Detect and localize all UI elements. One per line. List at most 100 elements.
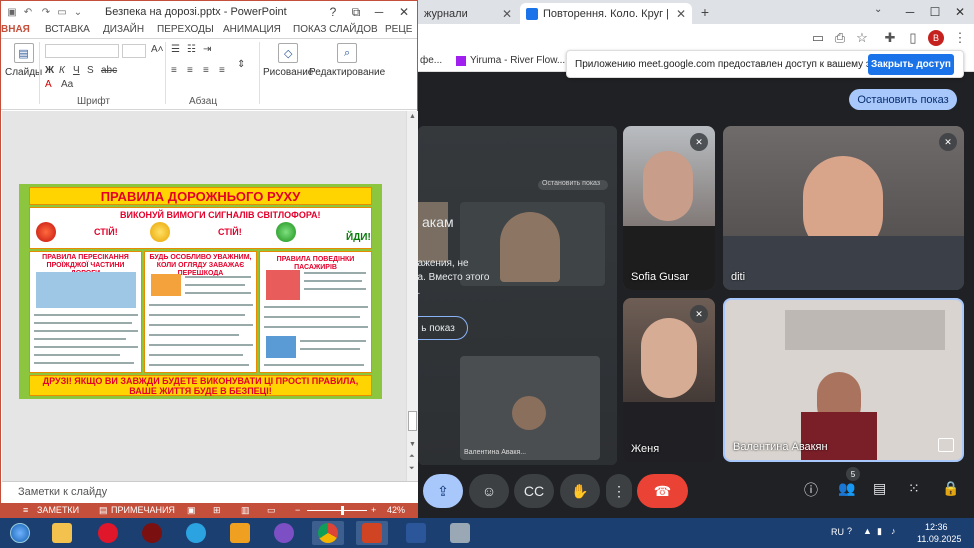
comments-toggle[interactable]: ПРИМЕЧАНИЯ [111,505,175,515]
bookmark-item[interactable]: Yiruma - River Flow... [456,55,565,66]
close-icon[interactable]: ✕ [676,7,686,21]
powerpoint-button[interactable] [356,521,388,545]
bookmark-item[interactable]: фе... [420,55,442,66]
reactions-button[interactable]: ☺ [469,474,509,508]
app-button[interactable] [136,521,168,545]
align-right-button[interactable]: ≡ [203,65,209,76]
volume-icon[interactable]: ♪ [891,526,896,536]
bold-button[interactable]: Ж [45,65,54,76]
present-button[interactable]: ⇪ [423,474,463,508]
scroll-up-icon[interactable]: ▲ [409,113,416,120]
font-name-select[interactable] [45,44,119,58]
close-icon[interactable]: ✕ [502,7,512,21]
stop-share-button[interactable]: Остановить показ [849,89,957,110]
chrome-button[interactable] [312,521,344,545]
align-left-button[interactable]: ≡ [171,65,177,76]
shadow-button[interactable]: S [87,65,94,76]
language-indicator[interactable]: RU [831,527,844,537]
activities-icon[interactable]: ⁙ [908,480,920,497]
text-direction-button[interactable]: ⇕ [237,59,245,70]
tab-animation[interactable]: АНИМАЦИЯ [223,24,281,35]
more-options-button[interactable]: ⋮ [606,474,632,508]
clock-date[interactable]: 11.09.2025 [917,534,961,544]
tab-review[interactable]: РЕЦЕ [385,24,412,35]
drawing-button[interactable]: ◇ Рисование [263,43,313,78]
ribbon-display-icon[interactable]: ⧉ [346,3,366,21]
notes-icon[interactable]: ≡ [23,505,28,515]
tab-design[interactable]: ДИЗАЙН [103,24,144,35]
numbering-button[interactable]: ☷ [187,44,196,55]
tab-transitions[interactable]: ПЕРЕХОДЫ [157,24,214,35]
undo-icon[interactable]: ↶ [21,5,35,19]
font-size-select[interactable] [122,44,146,58]
media-player-button[interactable] [224,521,256,545]
participant-tile[interactable]: ✕ diti [723,126,964,290]
participant-tile-active[interactable]: Валентина Авакян [723,298,964,462]
word-button[interactable] [400,521,432,545]
redo-icon[interactable]: ↷ [39,5,53,19]
align-center-button[interactable]: ≡ [187,65,193,76]
network-icon[interactable]: ▮ [877,526,882,537]
strikethrough-button[interactable]: abc [101,65,117,76]
slideshow-icon[interactable]: ▭ [55,5,69,19]
explorer-button[interactable] [46,521,78,545]
extensions-icon[interactable]: ✚ [880,28,900,48]
tray-arrow-icon[interactable]: ▲ [863,526,872,536]
scroll-down-icon[interactable]: ▼ [409,441,416,448]
comments-icon[interactable]: ▤ [99,505,108,516]
new-tab-button[interactable]: + [697,4,713,20]
captions-button[interactable]: CC [514,474,554,508]
participant-tile[interactable]: ✕ Женя [623,298,715,462]
slide-editor[interactable]: ПРАВИЛА ДОРОЖНЬОГО РУХУ ВИКОНУЙ ВИМОГИ С… [2,111,406,481]
grow-font-icon[interactable]: A˄ [151,44,164,55]
tab-search-icon[interactable]: ⌄ [874,4,890,20]
save-icon[interactable]: ▣ [5,5,19,19]
reading-view-icon[interactable]: ▥ [241,505,250,516]
indent-button[interactable]: ⇥ [203,44,211,55]
browser-tab-active[interactable]: Повторення. Коло. Круг | Урок ✕ [520,3,692,24]
leave-call-button[interactable]: ☎ [637,474,688,508]
justify-button[interactable]: ≡ [219,65,225,76]
notes-pane[interactable]: Заметки к слайду [2,481,418,503]
help-icon[interactable]: ? [323,3,343,21]
participant-tile[interactable]: ✕ Sofia Gusar [623,126,715,290]
customize-icon[interactable]: ⌄ [71,5,85,19]
help-icon[interactable]: ? [847,526,852,536]
italic-button[interactable]: К [59,65,65,76]
app-button[interactable] [444,521,476,545]
opera-button[interactable] [92,521,124,545]
start-button[interactable] [4,521,36,545]
scroll-thumb[interactable] [408,411,417,431]
bullets-button[interactable]: ☰ [171,44,180,55]
side-panel-icon[interactable]: ▯ [903,28,923,48]
tab-insert[interactable]: ВСТАВКА [45,24,90,35]
font-color-button[interactable]: A [45,79,52,90]
camera-icon[interactable]: ▭ [808,28,828,48]
host-controls-icon[interactable]: 🔒 [942,480,959,497]
maximize-icon[interactable]: ☐ [925,3,945,21]
zoom-slider[interactable] [307,510,367,511]
chat-icon[interactable]: ▤ [873,480,886,497]
slides-button[interactable]: ▤ Слайды [5,43,42,78]
next-slide-icon[interactable]: ⏷ [409,465,415,473]
clock-time[interactable]: 12:36 [925,522,948,532]
install-icon[interactable]: ⎙ [830,28,850,48]
avatar[interactable]: В [926,28,946,48]
telegram-button[interactable] [180,521,212,545]
change-case-button[interactable]: Aa [61,79,73,90]
prev-slide-icon[interactable]: ⏶ [409,453,415,461]
normal-view-icon[interactable]: ▣ [187,505,196,516]
info-icon[interactable]: ⓘ [804,480,818,500]
menu-icon[interactable]: ⋮ [950,28,970,48]
close-window-icon[interactable]: ✕ [950,3,970,21]
viber-button[interactable] [268,521,300,545]
zoom-level[interactable]: 42% [387,505,405,515]
raise-hand-button[interactable]: ✋ [560,474,600,508]
pin-icon[interactable] [938,438,954,452]
slideshow-view-icon[interactable]: ▭ [267,505,276,516]
stop-access-button[interactable]: Закрыть доступ [868,54,954,75]
underline-button[interactable]: Ч [73,65,80,76]
vertical-scrollbar[interactable]: ▲ ▼ ⏶ ⏷ [406,111,418,481]
notes-toggle[interactable]: ЗАМЕТКИ [37,505,79,515]
close-icon[interactable]: ✕ [394,3,414,21]
